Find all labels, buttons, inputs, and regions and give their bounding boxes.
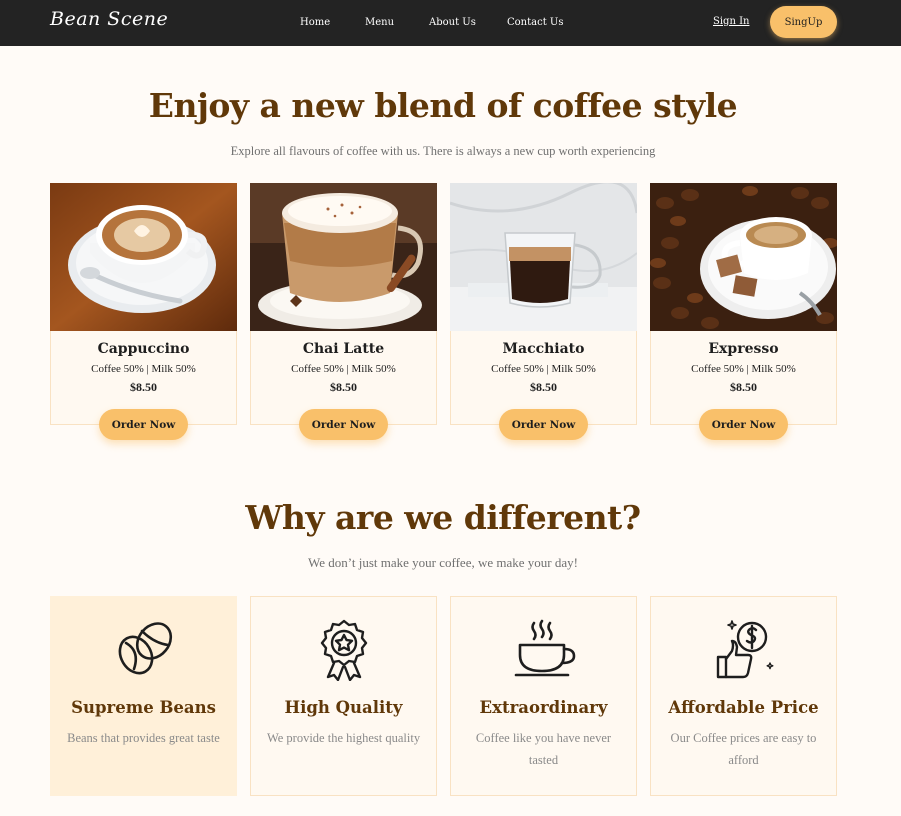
- order-now-button[interactable]: Order Now: [699, 409, 788, 440]
- feature-description: Our Coffee prices are easy to afford: [670, 731, 817, 767]
- chai-latte-image: [250, 183, 437, 331]
- sign-in-link[interactable]: Sign In: [713, 16, 749, 27]
- product-mix: Coffee 50% | Milk 50%: [291, 363, 396, 375]
- product-price: $8.50: [730, 380, 757, 394]
- nav-link-contact-us[interactable]: Contact Us: [507, 17, 563, 28]
- hero-title: Enjoy a new blend of coffee style: [148, 86, 738, 125]
- product-mix: Coffee 50% | Milk 50%: [691, 363, 796, 375]
- product-price: $8.50: [130, 380, 157, 394]
- thumbs-up-dollar-icon: [712, 617, 776, 681]
- feature-title: High Quality: [284, 698, 403, 717]
- feature-card-affordable-price: Affordable Price Our Coffee prices are e…: [650, 596, 837, 796]
- feature-description: We provide the highest quality: [266, 731, 421, 745]
- order-now-button[interactable]: Order Now: [99, 409, 188, 440]
- product-name: Expresso: [708, 341, 779, 357]
- product-card-expresso: Expresso Coffee 50% | Milk 50% $8.50 Ord…: [650, 183, 837, 440]
- product-card-chai-latte: Chai Latte Coffee 50% | Milk 50% $8.50 O…: [250, 183, 437, 440]
- product-price: $8.50: [530, 380, 557, 394]
- product-card-macchiato: Macchiato Coffee 50% | Milk 50% $8.50 Or…: [450, 183, 637, 440]
- feature-title: Affordable Price: [668, 698, 819, 717]
- order-now-button[interactable]: Order Now: [499, 409, 588, 440]
- navbar: Bean Scene Home Menu About Us Contact Us…: [0, 0, 901, 46]
- feature-description: Beans that provides great taste: [67, 731, 220, 745]
- product-name: Cappuccino: [97, 341, 190, 357]
- feature-description: Coffee like you have never tasted: [475, 731, 612, 767]
- nav-link-menu[interactable]: Menu: [365, 17, 394, 28]
- cappuccino-image: [50, 183, 237, 331]
- nav-link-about-us[interactable]: About Us: [429, 17, 476, 28]
- coffee-beans-icon: [112, 617, 176, 681]
- product-price: $8.50: [330, 380, 357, 394]
- brand-logo[interactable]: Bean Scene: [50, 8, 168, 30]
- order-now-button[interactable]: Order Now: [299, 409, 388, 440]
- expresso-image: [650, 183, 837, 331]
- sign-up-button[interactable]: SingUp: [770, 6, 837, 38]
- feature-title: Supreme Beans: [71, 698, 216, 717]
- why-different-subtitle: We don’t just make your coffee, we make …: [308, 555, 578, 570]
- nav-link-home[interactable]: Home: [300, 17, 330, 28]
- hero-subtitle: Explore all flavours of coffee with us. …: [230, 144, 656, 158]
- product-card-cappuccino: Cappuccino Coffee 50% | Milk 50% $8.50 O…: [50, 183, 237, 440]
- feature-card-high-quality: High Quality We provide the highest qual…: [250, 596, 437, 796]
- feature-card-extraordinary: Extraordinary Coffee like you have never…: [450, 596, 637, 796]
- macchiato-image: [450, 183, 637, 331]
- feature-title: Extraordinary: [479, 698, 608, 717]
- why-different-title: Why are we different?: [245, 498, 641, 537]
- award-badge-icon: [312, 617, 376, 682]
- product-name: Chai Latte: [302, 341, 385, 357]
- product-mix: Coffee 50% | Milk 50%: [491, 363, 596, 375]
- feature-card-supreme-beans: Supreme Beans Beans that provides great …: [50, 596, 237, 796]
- coffee-cup-icon: [512, 617, 576, 681]
- product-mix: Coffee 50% | Milk 50%: [91, 363, 196, 375]
- product-name: Macchiato: [502, 341, 585, 357]
